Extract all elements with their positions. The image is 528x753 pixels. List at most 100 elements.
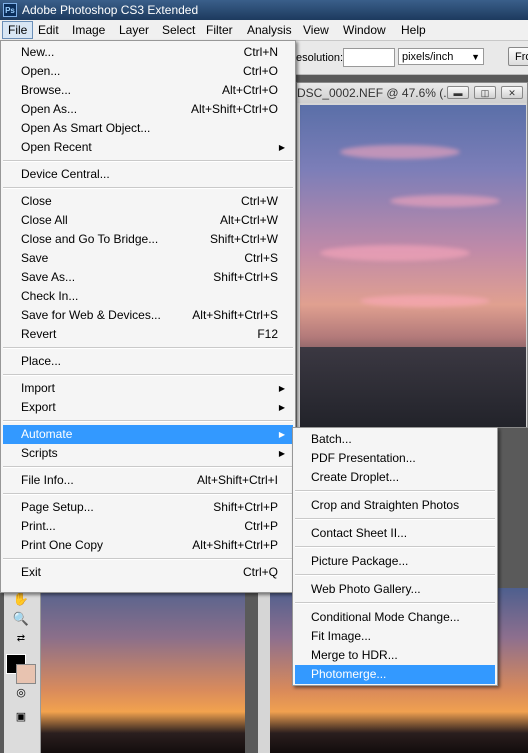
file-menu-item-close-all[interactable]: Close All Alt+Ctrl+W bbox=[3, 211, 293, 230]
automate-item-contact-sheet-ii[interactable]: Contact Sheet II... bbox=[295, 524, 495, 543]
automate-item-create-droplet[interactable]: Create Droplet... bbox=[295, 468, 495, 487]
menu-item-label: Open... bbox=[21, 64, 61, 78]
menu-item-label: Import bbox=[21, 381, 56, 395]
document-window: DSC_0002.NEF @ 47.6% (... ▬ ◫ ✕ bbox=[296, 82, 528, 428]
file-menu-item-exit[interactable]: Exit Ctrl+Q bbox=[3, 563, 293, 582]
menu-item-shortcut: Ctrl+O bbox=[242, 64, 278, 78]
file-menu-item-close-and-go-to-bridge[interactable]: Close and Go To Bridge... Shift+Ctrl+W bbox=[3, 230, 293, 249]
close-icon[interactable]: ✕ bbox=[501, 86, 523, 99]
file-menu-item-print-one-copy[interactable]: Print One Copy Alt+Shift+Ctrl+P bbox=[3, 536, 293, 555]
file-menu-item-revert[interactable]: Revert F12 bbox=[3, 325, 293, 344]
file-menu-item-import[interactable]: Import ▶ bbox=[3, 379, 293, 398]
document-canvas[interactable] bbox=[300, 105, 526, 427]
window-title: Adobe Photoshop CS3 Extended bbox=[22, 3, 199, 17]
menu-item-label: Close bbox=[21, 194, 52, 208]
file-menu-item-save-for-web-and-devices[interactable]: Save for Web & Devices... Alt+Shift+Ctrl+… bbox=[3, 306, 293, 325]
screen-mode-icon[interactable]: ▣ bbox=[10, 708, 32, 726]
file-menu-item-save[interactable]: Save Ctrl+S bbox=[3, 249, 293, 268]
file-menu-item-open[interactable]: Open... Ctrl+O bbox=[3, 62, 293, 81]
menu-item-label: Open As... bbox=[21, 102, 78, 116]
menu-item-shortcut: Ctrl+Q bbox=[242, 565, 278, 579]
menu-separator bbox=[295, 602, 495, 604]
menu-analysis[interactable]: Analysis bbox=[242, 22, 297, 38]
file-menu-item-save-as[interactable]: Save As... Shift+Ctrl+S bbox=[3, 268, 293, 287]
automate-submenu: Batch... PDF Presentation... Create Drople… bbox=[292, 427, 498, 686]
file-menu-item-export[interactable]: Export ▶ bbox=[3, 398, 293, 417]
automate-item-web-photo-gallery[interactable]: Web Photo Gallery... bbox=[295, 580, 495, 599]
menu-separator bbox=[295, 518, 495, 520]
menu-item-shortcut: Alt+Ctrl+O bbox=[221, 83, 278, 97]
menu-help[interactable]: Help bbox=[396, 22, 431, 38]
swap-colors-icon[interactable]: ⇄ bbox=[10, 630, 32, 648]
menu-item-label: Open As Smart Object... bbox=[21, 121, 151, 135]
automate-item-pdf-presentation[interactable]: PDF Presentation... bbox=[295, 449, 495, 468]
menu-edit[interactable]: Edit bbox=[33, 22, 64, 38]
menu-bar: File Edit Image Layer Select Filter Anal… bbox=[0, 20, 528, 41]
menu-image[interactable]: Image bbox=[67, 22, 110, 38]
menu-item-label: Scripts bbox=[21, 446, 58, 460]
menu-item-label: Revert bbox=[21, 327, 57, 341]
menu-item-shortcut: Ctrl+N bbox=[243, 45, 278, 59]
menu-item-label: Create Droplet... bbox=[311, 470, 400, 484]
title-bar: Ps Adobe Photoshop CS3 Extended bbox=[0, 0, 528, 20]
document-title: DSC_0002.NEF @ 47.6% (... bbox=[297, 86, 454, 100]
menu-separator bbox=[3, 187, 293, 189]
submenu-arrow-icon: ▶ bbox=[278, 449, 285, 458]
file-menu-item-device-central[interactable]: Device Central... bbox=[3, 165, 293, 184]
quick-mask-icon[interactable]: ◎ bbox=[10, 684, 32, 702]
menu-separator bbox=[3, 160, 293, 162]
submenu-arrow-icon: ▶ bbox=[278, 403, 285, 412]
file-menu-item-print[interactable]: Print... Ctrl+P bbox=[3, 517, 293, 536]
file-menu-item-open-recent[interactable]: Open Recent ▶ bbox=[3, 138, 293, 157]
menu-window[interactable]: Window bbox=[338, 22, 391, 38]
menu-item-label: Photomerge... bbox=[311, 667, 387, 681]
minimize-icon[interactable]: ▬ bbox=[447, 86, 469, 99]
file-menu-item-new[interactable]: New... Ctrl+N bbox=[3, 43, 293, 62]
menu-item-label: Save for Web & Devices... bbox=[21, 308, 161, 322]
automate-item-merge-to-hdr[interactable]: Merge to HDR... bbox=[295, 646, 495, 665]
restore-icon[interactable]: ◫ bbox=[474, 86, 496, 99]
resolution-input[interactable] bbox=[343, 48, 395, 67]
menu-view[interactable]: View bbox=[298, 22, 334, 38]
options-bar: esolution: pixels/inch ▼ Fro bbox=[296, 41, 528, 75]
automate-item-photomerge[interactable]: Photomerge... bbox=[295, 665, 495, 684]
file-menu-item-scripts[interactable]: Scripts ▶ bbox=[3, 444, 293, 463]
automate-item-conditional-mode-change[interactable]: Conditional Mode Change... bbox=[295, 608, 495, 627]
menu-layer[interactable]: Layer bbox=[114, 22, 154, 38]
file-menu-item-open-as-smart-object[interactable]: Open As Smart Object... bbox=[3, 119, 293, 138]
automate-item-fit-image[interactable]: Fit Image... bbox=[295, 627, 495, 646]
automate-item-picture-package[interactable]: Picture Package... bbox=[295, 552, 495, 571]
file-menu-item-close[interactable]: Close Ctrl+W bbox=[3, 192, 293, 211]
file-menu-item-file-info[interactable]: File Info... Alt+Shift+Ctrl+I bbox=[3, 471, 293, 490]
automate-item-batch[interactable]: Batch... bbox=[295, 430, 495, 449]
file-menu-item-automate[interactable]: Automate ▶ bbox=[3, 425, 293, 444]
background-color-swatch[interactable] bbox=[16, 664, 36, 684]
menu-file[interactable]: File bbox=[2, 21, 34, 39]
sunset-canvas-left[interactable] bbox=[40, 588, 245, 753]
menu-item-label: New... bbox=[21, 45, 55, 59]
file-menu-item-page-setup[interactable]: Page Setup... Shift+Ctrl+P bbox=[3, 498, 293, 517]
automate-item-crop-and-straighten-photos[interactable]: Crop and Straighten Photos bbox=[295, 496, 495, 515]
document-title-bar[interactable]: DSC_0002.NEF @ 47.6% (... ▬ ◫ ✕ bbox=[297, 83, 527, 103]
file-menu-item-browse[interactable]: Browse... Alt+Ctrl+O bbox=[3, 81, 293, 100]
menu-item-label: Contact Sheet II... bbox=[311, 526, 408, 540]
menu-item-shortcut: Alt+Shift+Ctrl+P bbox=[192, 538, 278, 552]
menu-item-label: Print One Copy bbox=[21, 538, 104, 552]
menu-item-label: Place... bbox=[21, 354, 62, 368]
zoom-tool-icon[interactable]: 🔍 bbox=[10, 610, 32, 628]
menu-item-shortcut: Shift+Ctrl+P bbox=[213, 500, 278, 514]
file-menu-item-place[interactable]: Place... bbox=[3, 352, 293, 371]
menu-separator bbox=[3, 493, 293, 495]
resolution-units-select[interactable]: pixels/inch ▼ bbox=[398, 48, 484, 65]
menu-item-shortcut: Alt+Ctrl+W bbox=[219, 213, 278, 227]
submenu-arrow-icon: ▶ bbox=[278, 143, 285, 152]
submenu-arrow-icon: ▶ bbox=[278, 384, 285, 393]
menu-item-shortcut: Ctrl+S bbox=[244, 251, 278, 265]
menu-item-shortcut: Alt+Shift+Ctrl+S bbox=[192, 308, 278, 322]
file-menu-item-check-in[interactable]: Check In... bbox=[3, 287, 293, 306]
front-image-button[interactable]: Fro bbox=[508, 47, 528, 66]
file-menu-item-open-as[interactable]: Open As... Alt+Shift+Ctrl+O bbox=[3, 100, 293, 119]
menu-select[interactable]: Select bbox=[157, 22, 200, 38]
menu-separator bbox=[295, 546, 495, 548]
menu-filter[interactable]: Filter bbox=[201, 22, 238, 38]
